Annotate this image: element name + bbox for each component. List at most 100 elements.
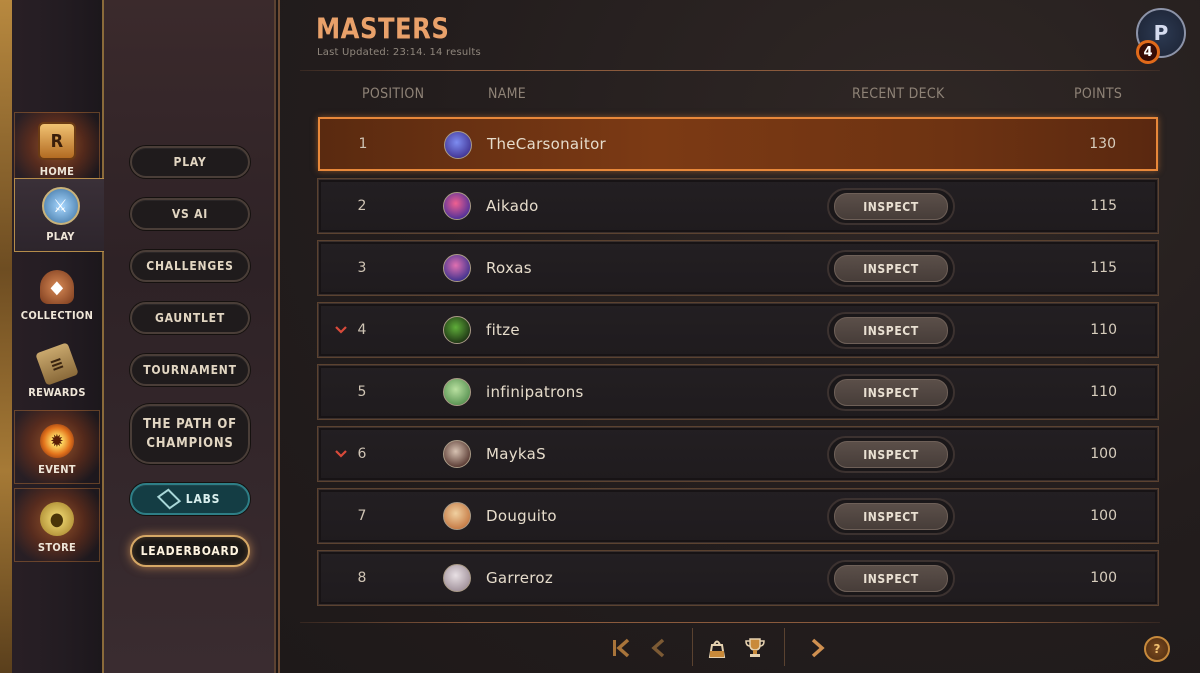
inspect-deck-button[interactable]: INSPECT: [827, 498, 955, 535]
store-coins-icon: ●: [40, 502, 74, 536]
profile-glyph: P: [1153, 21, 1169, 45]
notification-badge[interactable]: 4: [1136, 40, 1160, 64]
inspect-deck-button[interactable]: INSPECT: [827, 188, 955, 225]
gauntlet-button[interactable]: GAUNTLET: [130, 302, 250, 334]
nav-collection-label: COLLECTION: [20, 309, 94, 322]
column-header-position: POSITION: [362, 86, 425, 102]
player-name: fitze: [486, 321, 520, 339]
inspect-label: INSPECT: [834, 317, 948, 344]
labs-label: LABS: [185, 492, 221, 506]
player-avatar-icon: [443, 378, 471, 406]
row-points: 100: [1090, 446, 1117, 462]
last-updated-text: Last Updated: 23:14. 14 results: [317, 47, 481, 58]
inspect-deck-button[interactable]: INSPECT: [827, 250, 955, 287]
next-page-icon[interactable]: [802, 633, 832, 663]
vs-ai-button[interactable]: VS AI: [130, 198, 250, 230]
inspect-label: INSPECT: [834, 503, 948, 530]
nav-collection[interactable]: ◆ COLLECTION: [14, 256, 100, 330]
table-row[interactable]: 8 Garreroz INSPECT 100: [317, 550, 1159, 606]
inspect-label: INSPECT: [834, 193, 948, 220]
nav-event[interactable]: ✹ EVENT: [14, 410, 100, 484]
row-position: 3: [357, 260, 367, 276]
column-header-recent-deck: RECENT DECK: [852, 86, 945, 102]
rank-down-icon: [335, 304, 347, 356]
nav-rewards[interactable]: ≡ REWARDS: [14, 333, 100, 407]
table-row[interactable]: 3 Roxas INSPECT 115: [317, 240, 1159, 296]
leaderboard-panel: MASTERS Last Updated: 23:14. 14 results …: [278, 0, 1200, 673]
player-avatar-icon: [443, 316, 471, 344]
main-nav-rail: R HOME ⚔ PLAY ◆ COLLECTION ≡ REWARDS ✹ E…: [0, 0, 106, 673]
row-points: 110: [1090, 384, 1117, 400]
prev-page-icon[interactable]: [644, 633, 674, 663]
path-of-champions-button[interactable]: THE PATH OF CHAMPIONS: [130, 404, 250, 464]
inspect-deck-button[interactable]: INSPECT: [827, 560, 955, 597]
inspect-deck-button[interactable]: INSPECT: [827, 436, 955, 473]
column-header-name: NAME: [488, 86, 527, 102]
play-shield-icon: ⚔: [41, 187, 80, 225]
table-row[interactable]: 1 TheCarsonaitor 130: [318, 117, 1158, 171]
inspect-label: INSPECT: [834, 379, 948, 406]
tournament-button[interactable]: TOURNAMENT: [130, 354, 250, 386]
player-name: Roxas: [486, 259, 532, 277]
player-name: MaykaS: [486, 445, 546, 463]
row-position: 2: [357, 198, 367, 214]
inspect-deck-button[interactable]: INSPECT: [827, 374, 955, 411]
row-points: 115: [1090, 260, 1117, 276]
leaderboard-button[interactable]: LEADERBOARD: [130, 535, 250, 567]
player-avatar-icon: [443, 502, 471, 530]
row-points: 115: [1090, 198, 1117, 214]
path-label-line1: THE PATH OF: [143, 417, 237, 432]
labs-flask-icon: [156, 488, 181, 510]
player-name: Aikado: [486, 197, 539, 215]
nav-home[interactable]: R HOME: [14, 112, 100, 186]
labs-button[interactable]: LABS: [130, 483, 250, 515]
player-avatar-icon: [443, 440, 471, 468]
rail-gold-edge: [0, 0, 12, 673]
table-row[interactable]: 4 fitze INSPECT 110: [317, 302, 1159, 358]
row-position: 6: [357, 446, 367, 462]
nav-event-label: EVENT: [38, 463, 76, 476]
event-sun-icon: ✹: [40, 424, 74, 458]
collection-bag-icon: ◆: [40, 270, 74, 304]
play-button[interactable]: PLAY: [130, 146, 250, 178]
inspect-deck-button[interactable]: INSPECT: [827, 312, 955, 349]
pager-separator: [784, 628, 785, 666]
row-points: 100: [1090, 508, 1117, 524]
row-position: 4: [357, 322, 367, 338]
nav-store[interactable]: ● STORE: [14, 488, 100, 562]
page-title: MASTERS: [316, 13, 450, 46]
row-position: 8: [357, 570, 367, 586]
player-avatar-icon: [443, 564, 471, 592]
row-position: 7: [357, 508, 367, 524]
table-row[interactable]: 7 Douguito INSPECT 100: [317, 488, 1159, 544]
table-row[interactable]: 2 Aikado INSPECT 115: [317, 178, 1159, 234]
player-name: infinipatrons: [486, 383, 584, 401]
path-of-champions-label: THE PATH OF CHAMPIONS: [143, 415, 237, 453]
table-row[interactable]: 5 infinipatrons INSPECT 110: [317, 364, 1159, 420]
player-name: Douguito: [486, 507, 557, 525]
nav-home-label: HOME: [39, 165, 75, 178]
nav-play-label: PLAY: [46, 230, 75, 243]
row-points: 130: [1089, 136, 1116, 152]
header-divider: [300, 70, 1160, 71]
nav-rewards-label: REWARDS: [28, 386, 86, 399]
bag-icon[interactable]: [702, 633, 732, 663]
nav-store-label: STORE: [37, 541, 77, 554]
table-row[interactable]: 6 MaykaS INSPECT 100: [317, 426, 1159, 482]
trophy-icon[interactable]: [740, 633, 770, 663]
first-page-icon[interactable]: [606, 633, 636, 663]
inspect-label: INSPECT: [834, 565, 948, 592]
row-points: 110: [1090, 322, 1117, 338]
challenges-button[interactable]: CHALLENGES: [130, 250, 250, 282]
path-label-line2: CHAMPIONS: [146, 436, 234, 451]
help-icon[interactable]: ?: [1144, 636, 1170, 662]
rewards-scroll-icon: ≡: [35, 342, 79, 386]
home-icon: R: [38, 122, 76, 160]
player-avatar-icon: [443, 192, 471, 220]
inspect-label: INSPECT: [834, 441, 948, 468]
row-points: 100: [1090, 570, 1117, 586]
rank-down-icon: [335, 428, 347, 480]
pager-separator: [692, 628, 693, 666]
nav-play[interactable]: ⚔ PLAY: [14, 178, 106, 252]
column-header-points: POINTS: [1074, 86, 1123, 102]
